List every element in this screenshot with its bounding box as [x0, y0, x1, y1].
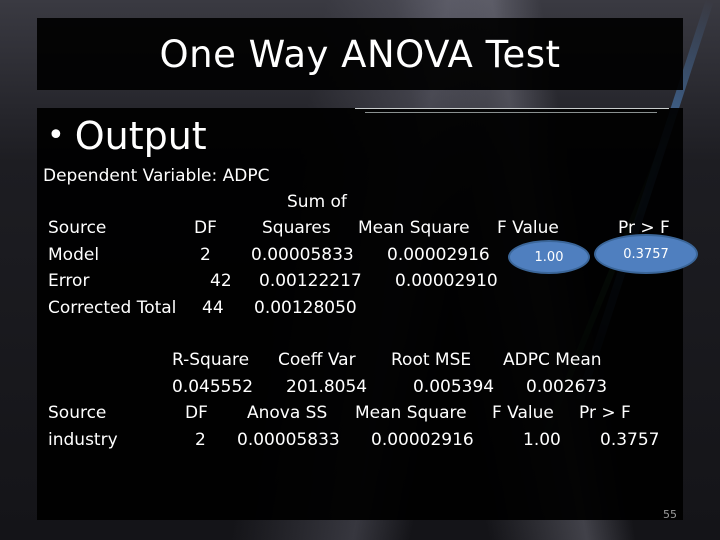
- row-model-df: 2: [200, 245, 211, 265]
- row-model-ms: 0.00002916: [387, 245, 490, 265]
- type-row-pr-f: 0.3757: [600, 430, 660, 450]
- type-header-anova-ss: Anova SS: [247, 403, 328, 423]
- value-coeff-var: 201.8054: [286, 377, 368, 397]
- value-root-mse: 0.005394: [413, 377, 495, 397]
- type-header-source: Source: [48, 403, 107, 423]
- header-mean-square: Mean Square: [358, 218, 470, 238]
- row-total-source: Corrected Total: [48, 298, 177, 318]
- type-row-f-value: 1.00: [523, 430, 561, 450]
- row-error-source: Error: [48, 271, 90, 291]
- type-row-anova-ss: 0.00005833: [237, 430, 340, 450]
- type-row-mean-square: 0.00002916: [371, 430, 474, 450]
- slide-title: One Way ANOVA Test: [159, 32, 561, 76]
- row-error-df: 42: [210, 271, 232, 291]
- value-adpc-mean: 0.002673: [526, 377, 608, 397]
- bullet-item: • Output: [47, 114, 207, 158]
- slide-number: 55: [663, 508, 677, 521]
- row-model-source: Model: [48, 245, 100, 265]
- p-value-highlight: 0.3757: [594, 234, 698, 274]
- type-header-df: DF: [185, 403, 208, 423]
- header-root-mse: Root MSE: [391, 350, 472, 370]
- header-source: Source: [48, 218, 107, 238]
- row-total-df: 44: [202, 298, 224, 318]
- bullet-text: Output: [74, 114, 207, 158]
- header-adpc-mean: ADPC Mean: [503, 350, 602, 370]
- header-sum-of: Sum of: [287, 192, 347, 212]
- f-value-highlighted: 1.00: [534, 249, 564, 265]
- bullet-icon: •: [47, 118, 65, 153]
- decorative-divider: [345, 107, 675, 115]
- p-value-highlighted: 0.3757: [623, 246, 669, 262]
- row-error-ms: 0.00002910: [395, 271, 498, 291]
- header-coeff-var: Coeff Var: [278, 350, 356, 370]
- row-model-ss: 0.00005833: [251, 245, 354, 265]
- type-row-df: 2: [195, 430, 206, 450]
- type-row-source: industry: [48, 430, 118, 450]
- type-header-mean-square: Mean Square: [355, 403, 467, 423]
- type-header-pr-f: Pr > F: [579, 403, 631, 423]
- value-r-square: 0.045552: [172, 377, 254, 397]
- row-error-ss: 0.00122217: [259, 271, 362, 291]
- dependent-variable-label: Dependent Variable: ADPC: [43, 166, 270, 186]
- header-df: DF: [194, 218, 217, 238]
- header-r-square: R-Square: [172, 350, 250, 370]
- header-squares: Squares: [262, 218, 331, 238]
- f-value-highlight: 1.00: [508, 240, 590, 274]
- header-f-value: F Value: [497, 218, 559, 238]
- type-header-f-value: F Value: [492, 403, 554, 423]
- row-total-ss: 0.00128050: [254, 298, 357, 318]
- title-box: One Way ANOVA Test: [37, 18, 683, 90]
